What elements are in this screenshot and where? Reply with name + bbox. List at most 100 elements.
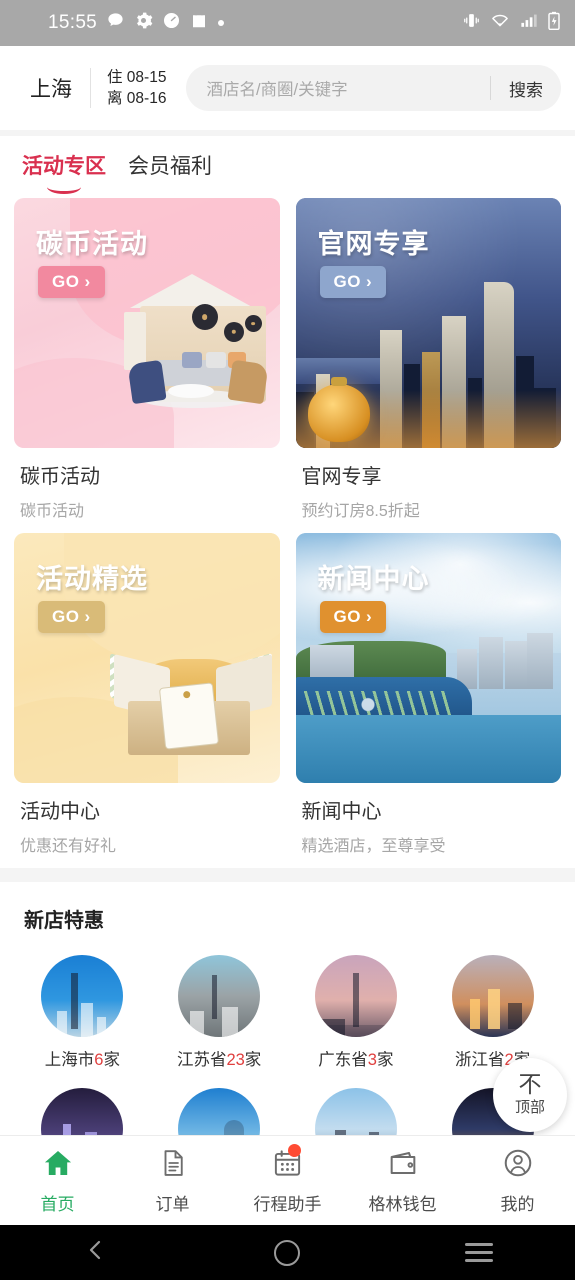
promo-banner-title: 活动精选 bbox=[36, 564, 148, 594]
tab-active-indicator bbox=[47, 180, 81, 194]
city-item[interactable]: 浙江省2家 bbox=[424, 955, 561, 1070]
android-home-button[interactable] bbox=[247, 1239, 327, 1266]
promo-grid: 碳币活动 GO › 碳币活动 碳币活动 官网专享 GO › 官网专享 预约订房8… bbox=[0, 198, 575, 868]
wallet-icon bbox=[387, 1147, 419, 1184]
promo-image-activity-center[interactable]: 活动精选 GO › bbox=[14, 533, 280, 783]
back-to-top-button[interactable]: 不 顶部 bbox=[493, 1058, 567, 1132]
chevron-right-icon: › bbox=[84, 607, 91, 626]
new-store-title: 新店特惠 bbox=[0, 882, 575, 933]
promo-go-label: GO bbox=[52, 272, 80, 291]
promo-subtitle: 预约订房8.5折起 bbox=[301, 503, 420, 520]
city-item[interactable]: 江苏省23家 bbox=[151, 955, 288, 1070]
tab-activity-zone[interactable]: 活动专区 bbox=[22, 150, 106, 194]
nav-item-wallet[interactable]: 格林钱包 bbox=[345, 1147, 460, 1215]
promo-go-button[interactable]: GO › bbox=[38, 266, 105, 298]
checkin-date: 住 08-15 bbox=[107, 69, 167, 86]
nav-item-home[interactable]: 首页 bbox=[0, 1147, 115, 1215]
gear-icon bbox=[134, 11, 153, 35]
promo-card-carbon[interactable]: 碳币活动 GO › 碳币活动 碳币活动 bbox=[14, 198, 280, 521]
promo-image-news[interactable]: 新闻中心 GO › bbox=[295, 533, 561, 783]
search-box[interactable]: 酒店名/商圈/关键字 搜索 bbox=[186, 65, 561, 111]
promo-go-label: GO bbox=[333, 607, 361, 626]
back-icon bbox=[84, 1236, 108, 1269]
chevron-right-icon: › bbox=[84, 272, 91, 291]
promo-card-official[interactable]: 官网专享 GO › 官网专享 预约订房8.5折起 bbox=[295, 198, 561, 521]
date-selector[interactable]: 住 08-15 离 08-16 bbox=[90, 68, 180, 108]
nav-label-trip-assistant: 行程助手 bbox=[253, 1194, 322, 1214]
city-label: 广东省3家 bbox=[318, 1051, 394, 1069]
promo-go-button[interactable]: GO › bbox=[319, 601, 387, 633]
android-navigation-bar bbox=[0, 1225, 575, 1280]
city-thumbnail bbox=[41, 955, 124, 1037]
promo-banner-title: 新闻中心 bbox=[317, 564, 430, 594]
wifi-icon bbox=[490, 11, 510, 35]
promo-name: 新闻中心 bbox=[301, 801, 382, 823]
back-to-top-label: 顶部 bbox=[514, 1099, 545, 1116]
promo-name: 碳币活动 bbox=[20, 466, 100, 488]
section-divider bbox=[0, 868, 575, 882]
status-bar-right bbox=[462, 11, 561, 36]
signal-icon bbox=[519, 11, 538, 35]
document-icon bbox=[158, 1147, 188, 1184]
city-label: 上海市6家 bbox=[44, 1051, 120, 1069]
tab-member-benefits-label: 会员福利 bbox=[128, 155, 212, 178]
speedometer-icon bbox=[162, 11, 181, 35]
android-recents-button[interactable] bbox=[439, 1243, 519, 1262]
promo-name: 活动中心 bbox=[20, 801, 100, 823]
promo-subtitle: 碳币活动 bbox=[20, 503, 85, 520]
status-bar: 15:55 bbox=[0, 0, 575, 46]
promo-card-activity-center[interactable]: 活动精选 GO › 活动中心 优惠还有好礼 bbox=[14, 533, 280, 856]
nav-label-home: 首页 bbox=[40, 1194, 75, 1214]
promo-go-label: GO bbox=[52, 607, 80, 626]
nav-item-trip-assistant[interactable]: 行程助手 bbox=[230, 1143, 345, 1215]
promo-banner-title: 碳币活动 bbox=[36, 229, 148, 259]
search-button[interactable]: 搜索 bbox=[491, 76, 561, 101]
tab-activity-zone-label: 活动专区 bbox=[22, 155, 106, 178]
promo-go-label: GO bbox=[333, 272, 361, 291]
android-back-button[interactable] bbox=[56, 1236, 136, 1269]
gift-box-illustration bbox=[109, 621, 272, 761]
tab-member-benefits[interactable]: 会员福利 bbox=[128, 150, 212, 192]
promo-image-official[interactable]: 官网专享 GO › bbox=[295, 198, 561, 448]
search-header: 上海 住 08-15 离 08-16 酒店名/商圈/关键字 搜索 bbox=[0, 46, 575, 130]
search-input[interactable]: 酒店名/商圈/关键字 bbox=[186, 76, 490, 100]
bottom-navigation: 首页 订单 行程助手 格林钱包 我的 bbox=[0, 1135, 575, 1225]
status-bar-left: 15:55 bbox=[14, 11, 462, 35]
city-thumbnail bbox=[451, 955, 534, 1037]
tab-bar: 活动专区 会员福利 bbox=[0, 136, 575, 198]
battery-charging-icon bbox=[547, 11, 561, 36]
promo-subtitle: 优惠还有好礼 bbox=[20, 838, 117, 855]
chevron-right-icon: › bbox=[365, 272, 373, 291]
promo-banner-title: 官网专享 bbox=[317, 229, 430, 259]
water bbox=[295, 715, 561, 783]
city-label: 江苏省23家 bbox=[176, 1051, 262, 1069]
city-selector[interactable]: 上海 bbox=[14, 73, 90, 103]
notification-badge-icon bbox=[288, 1143, 301, 1157]
living-room-illustration bbox=[108, 270, 276, 420]
person-icon bbox=[502, 1147, 534, 1184]
promo-subtitle: 精选酒店，至尊享受 bbox=[301, 838, 446, 855]
promo-name: 官网专享 bbox=[301, 466, 382, 488]
chevron-right-icon: › bbox=[365, 607, 373, 626]
checkout-date: 离 08-16 bbox=[107, 90, 167, 107]
nav-label-wallet: 格林钱包 bbox=[368, 1194, 437, 1214]
lantern-building bbox=[307, 384, 370, 442]
city-item[interactable]: 上海市6家 bbox=[14, 955, 151, 1070]
dot-icon bbox=[217, 14, 225, 32]
shopping-bag-icon bbox=[190, 11, 208, 35]
city-thumbnail bbox=[178, 955, 261, 1037]
status-time: 15:55 bbox=[48, 12, 98, 33]
promo-card-news[interactable]: 新闻中心 GO › 新闻中心 精选酒店，至尊享受 bbox=[295, 533, 561, 856]
nav-item-profile[interactable]: 我的 bbox=[460, 1147, 575, 1215]
promo-go-button[interactable]: GO › bbox=[319, 266, 387, 298]
vibrate-icon bbox=[462, 11, 481, 35]
promo-image-carbon[interactable]: 碳币活动 GO › bbox=[14, 198, 280, 448]
recents-icon bbox=[465, 1243, 494, 1262]
chat-bubble-icon bbox=[106, 11, 125, 35]
promo-go-button[interactable]: GO › bbox=[38, 601, 105, 633]
home-icon bbox=[41, 1147, 75, 1184]
nav-label-profile: 我的 bbox=[500, 1194, 535, 1214]
nav-item-orders[interactable]: 订单 bbox=[115, 1147, 230, 1215]
home-icon bbox=[274, 1239, 301, 1266]
city-item[interactable]: 广东省3家 bbox=[288, 955, 425, 1070]
